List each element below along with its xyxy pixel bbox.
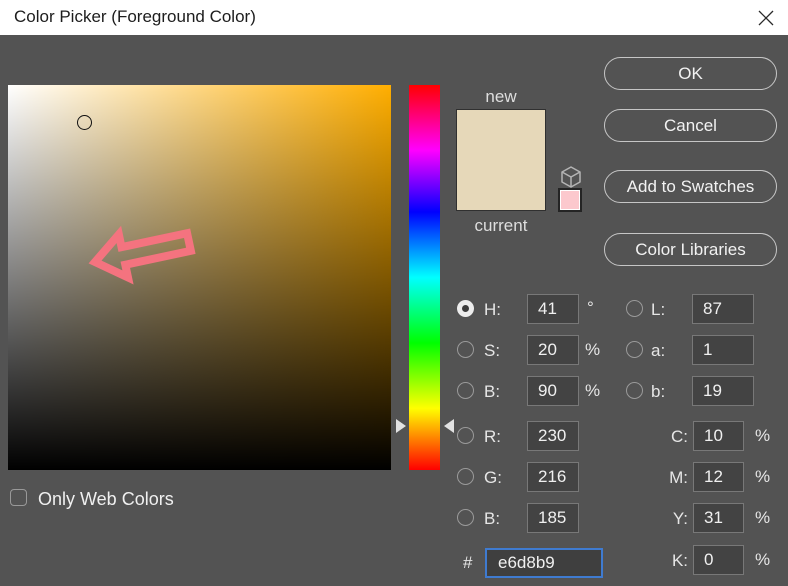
color-libraries-button[interactable]: Color Libraries (604, 233, 777, 266)
y-unit: % (755, 508, 771, 527)
y-input[interactable] (693, 503, 744, 533)
new-color-swatch (457, 110, 545, 160)
web-gamut-warning-cube-icon[interactable] (561, 166, 581, 188)
b-lab-label: b: (651, 382, 666, 401)
current-color-label: current (474, 216, 528, 235)
h-unit: ° (587, 298, 594, 317)
radio-g[interactable] (457, 468, 474, 485)
radio-b-rgb[interactable] (457, 509, 474, 526)
dialog-title: Color Picker (Foreground Color) (14, 7, 256, 26)
l-input[interactable] (692, 294, 754, 324)
new-color-label: new (485, 87, 517, 106)
color-preview-swatch (456, 109, 546, 211)
g-input[interactable] (527, 462, 579, 492)
hue-slider-thumb-right[interactable] (444, 419, 454, 433)
saturation-brightness-field[interactable] (8, 85, 391, 470)
ok-button[interactable]: OK (604, 57, 777, 90)
radio-r[interactable] (457, 427, 474, 444)
radio-a[interactable] (626, 341, 643, 358)
color-field-cursor[interactable] (77, 115, 92, 130)
y-label: Y: (672, 509, 688, 528)
h-label: H: (484, 300, 501, 319)
radio-s[interactable] (457, 341, 474, 358)
hue-slider-thumb-left[interactable] (396, 419, 406, 433)
c-input[interactable] (693, 421, 744, 451)
h-input[interactable] (527, 294, 579, 324)
b-hsb-input[interactable] (527, 376, 579, 406)
dialog-titlebar: Color Picker (Foreground Color) (0, 0, 788, 35)
s-unit: % (585, 340, 601, 359)
r-label: R: (484, 427, 501, 446)
k-label: K: (671, 551, 688, 570)
b-hsb-label: B: (484, 382, 501, 401)
s-label: S: (484, 341, 501, 360)
m-label: M: (669, 468, 688, 487)
b-rgb-input[interactable] (527, 503, 579, 533)
s-input[interactable] (527, 335, 579, 365)
cancel-button[interactable]: Cancel (604, 109, 777, 142)
only-web-colors-checkbox[interactable] (10, 489, 27, 506)
b-lab-input[interactable] (692, 376, 754, 406)
only-web-colors-label: Only Web Colors (38, 489, 174, 509)
k-input[interactable] (693, 545, 744, 575)
radio-b-lab[interactable] (626, 382, 643, 399)
b-hsb-unit: % (585, 381, 601, 400)
k-unit: % (755, 550, 771, 569)
radio-b-hsb[interactable] (457, 382, 474, 399)
hex-input[interactable] (485, 548, 603, 578)
l-label: L: (651, 300, 666, 319)
c-unit: % (755, 426, 771, 445)
a-input[interactable] (692, 335, 754, 365)
a-label: a: (651, 341, 666, 360)
m-unit: % (755, 467, 771, 486)
radio-l[interactable] (626, 300, 643, 317)
radio-h[interactable] (457, 300, 474, 317)
g-label: G: (484, 468, 502, 487)
close-icon[interactable] (754, 6, 778, 30)
hex-label: # (463, 553, 473, 572)
b-rgb-label: B: (484, 509, 501, 528)
web-safe-color-swatch[interactable] (558, 188, 582, 212)
m-input[interactable] (693, 462, 744, 492)
c-label: C: (671, 427, 688, 446)
current-color-swatch[interactable] (457, 160, 545, 210)
r-input[interactable] (527, 421, 579, 451)
add-to-swatches-button[interactable]: Add to Swatches (604, 170, 777, 203)
hue-slider[interactable] (409, 85, 440, 470)
